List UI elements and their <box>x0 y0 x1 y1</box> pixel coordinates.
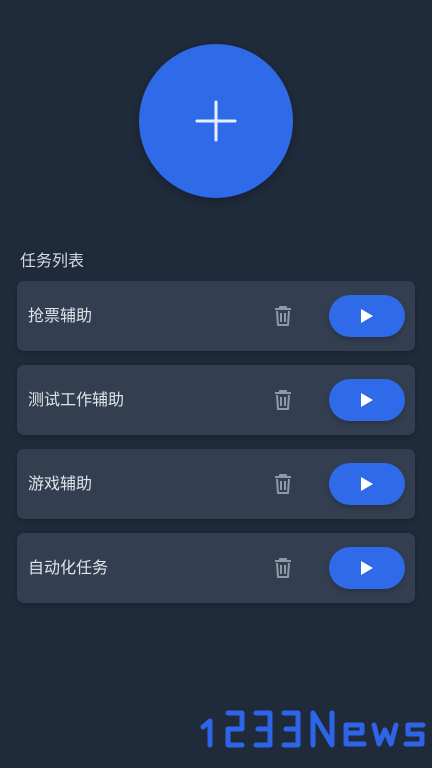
task-name: 自动化任务 <box>28 558 109 577</box>
trash-icon <box>275 306 291 326</box>
task-card[interactable]: 测试工作辅助 <box>17 365 415 435</box>
play-icon <box>361 393 373 407</box>
delete-task-button[interactable] <box>271 303 295 329</box>
task-card[interactable]: 自动化任务 <box>17 533 415 603</box>
run-task-button[interactable] <box>329 547 405 589</box>
trash-icon <box>275 558 291 578</box>
task-card[interactable]: 游戏辅助 <box>17 449 415 519</box>
delete-task-button[interactable] <box>271 555 295 581</box>
app-screen: 任务列表 抢票辅助 测试工作辅助 游戏辅助 自动化任务 <box>0 0 432 768</box>
task-list-title: 任务列表 <box>20 251 85 270</box>
add-task-button[interactable] <box>139 44 293 198</box>
plus-icon <box>195 100 237 142</box>
watermark-logo <box>200 710 426 748</box>
delete-task-button[interactable] <box>271 471 295 497</box>
play-icon <box>361 477 373 491</box>
task-name: 测试工作辅助 <box>28 390 125 409</box>
run-task-button[interactable] <box>329 463 405 505</box>
trash-icon <box>275 474 291 494</box>
run-task-button[interactable] <box>329 379 405 421</box>
play-icon <box>361 561 373 575</box>
task-name: 抢票辅助 <box>28 306 93 325</box>
task-name: 游戏辅助 <box>28 474 93 493</box>
run-task-button[interactable] <box>329 295 405 337</box>
trash-icon <box>275 390 291 410</box>
task-list: 抢票辅助 测试工作辅助 游戏辅助 自动化任务 <box>17 281 415 617</box>
delete-task-button[interactable] <box>271 387 295 413</box>
play-icon <box>361 309 373 323</box>
task-card[interactable]: 抢票辅助 <box>17 281 415 351</box>
